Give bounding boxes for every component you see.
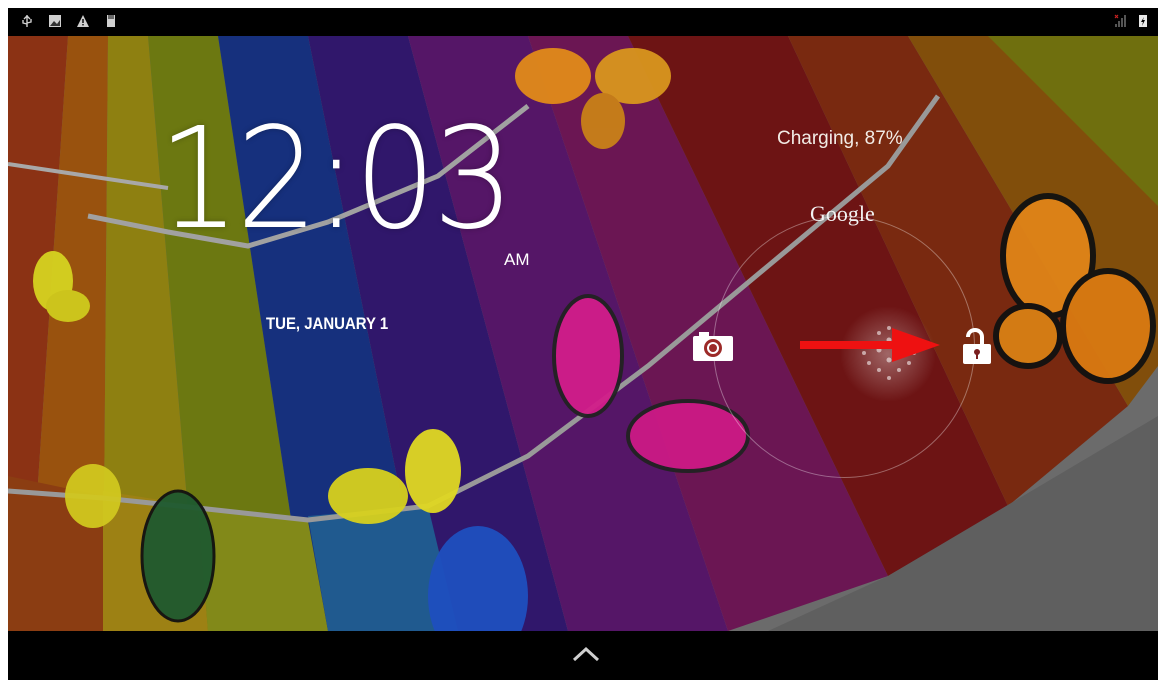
status-bar — [8, 8, 1158, 36]
chevron-up-icon[interactable] — [571, 643, 601, 665]
lockscreen: 12:03 AM TUE, JANUARY 1 Charging, 87% Go… — [8, 8, 1158, 680]
usb-icon — [22, 15, 32, 27]
charging-status: Charging, 87% — [777, 128, 903, 149]
warning-icon — [77, 15, 89, 27]
signal-icon — [1114, 14, 1126, 27]
unlock-icon[interactable] — [962, 328, 992, 366]
screenshot-icon — [49, 15, 61, 27]
battery-charging-icon — [1139, 15, 1147, 27]
clock-ampm: AM — [504, 250, 530, 269]
navigation-bar — [8, 631, 1158, 680]
date-label: TUE, JANUARY 1 — [266, 314, 389, 333]
clock-time: 12:03 — [158, 98, 514, 261]
sd-card-icon — [107, 15, 115, 27]
camera-icon[interactable] — [692, 330, 734, 362]
red-arrow-annotation — [800, 328, 940, 362]
